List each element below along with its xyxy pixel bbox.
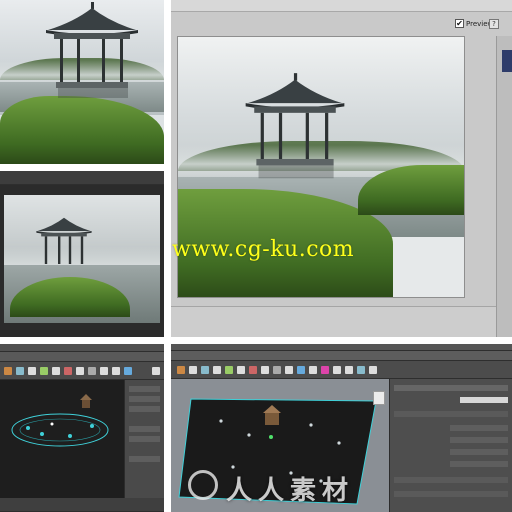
attribute-field[interactable] xyxy=(450,449,508,455)
shelf-tool-icon[interactable] xyxy=(285,366,293,374)
attribute-field[interactable] xyxy=(129,386,160,392)
maya-shelf xyxy=(171,361,512,379)
shelf-tool-icon[interactable] xyxy=(28,367,36,375)
shelf-tool-icon[interactable] xyxy=(64,367,72,375)
watermark-logo-icon xyxy=(188,470,218,500)
pavilion-photo-thumbnail xyxy=(0,0,164,164)
window-bottom-panel xyxy=(171,306,496,337)
attribute-field[interactable] xyxy=(129,426,160,432)
shelf-tool-icon[interactable] xyxy=(40,367,48,375)
maya-timeline[interactable] xyxy=(0,498,164,512)
shelf-tool-icon[interactable] xyxy=(124,367,132,375)
attribute-field[interactable] xyxy=(129,456,160,462)
logo-icon xyxy=(502,50,512,72)
shelf-tool-icon[interactable] xyxy=(52,367,60,375)
attribute-field[interactable] xyxy=(450,425,508,431)
pavilion-image xyxy=(245,73,345,179)
pavilion-image xyxy=(36,217,92,264)
pavilion-image xyxy=(46,2,138,98)
shelf-tool-icon[interactable] xyxy=(369,366,377,374)
chinese-watermark: 人人素材 xyxy=(226,476,355,506)
shelf-tool-icon[interactable] xyxy=(357,366,365,374)
shelf-tool-icon[interactable] xyxy=(100,367,108,375)
image-editor-window: ✔ Preview ? xyxy=(171,0,512,337)
maya-shelf xyxy=(0,362,164,380)
scene-geometry xyxy=(11,394,109,447)
shelf-tool-icon[interactable] xyxy=(88,367,96,375)
maya-scene-panel-left xyxy=(0,344,164,512)
shelf-tool-icon[interactable] xyxy=(152,367,160,375)
attribute-section[interactable] xyxy=(394,411,508,417)
attribute-editor xyxy=(389,379,512,512)
shelf-tool-icon[interactable] xyxy=(189,366,197,374)
shelf-tool-icon[interactable] xyxy=(345,366,353,374)
maya-viewport[interactable] xyxy=(0,380,124,498)
viewport-menu-bar xyxy=(0,171,164,185)
shelf-tool-icon[interactable] xyxy=(4,367,12,375)
help-icon[interactable]: ? xyxy=(489,19,499,29)
attribute-editor xyxy=(124,380,164,498)
attribute-field[interactable] xyxy=(129,436,160,442)
shelf-tool-icon[interactable] xyxy=(249,366,257,374)
side-panel xyxy=(496,36,512,337)
maya-menu-bar xyxy=(0,344,164,352)
shelf-tool-icon[interactable] xyxy=(112,367,120,375)
shelf-tool-icon[interactable] xyxy=(321,366,329,374)
tutorial-collage: ✔ Preview ? www.cg-ku.com 人人素材 xyxy=(0,0,512,512)
shelf-tool-icon[interactable] xyxy=(237,366,245,374)
maya-menu-bar xyxy=(171,344,512,351)
maya-status-line xyxy=(171,351,512,361)
shelf-tool-icon[interactable] xyxy=(333,366,341,374)
shelf-tool-icon[interactable] xyxy=(273,366,281,374)
shelf-tool-icon[interactable] xyxy=(297,366,305,374)
attribute-field[interactable] xyxy=(450,461,508,467)
viewport-render xyxy=(4,195,160,323)
attribute-field[interactable] xyxy=(129,406,160,412)
shelf-tool-icon[interactable] xyxy=(213,366,221,374)
shelf-tool-icon[interactable] xyxy=(201,366,209,374)
shelf-tool-icon[interactable] xyxy=(309,366,317,374)
attribute-field[interactable] xyxy=(460,397,508,403)
attribute-section[interactable] xyxy=(394,477,508,483)
shelf-tool-icon[interactable] xyxy=(177,366,185,374)
preview-checkbox[interactable]: ✔ xyxy=(455,19,464,28)
attribute-tab-bar[interactable] xyxy=(394,385,508,391)
site-watermark: www.cg-ku.com xyxy=(172,237,355,262)
attribute-field[interactable] xyxy=(129,396,160,402)
shelf-tool-icon[interactable] xyxy=(16,367,24,375)
render-viewport-panel xyxy=(0,171,164,337)
attribute-field[interactable] xyxy=(450,437,508,443)
maya-status-line xyxy=(0,352,164,362)
shelf-tool-icon[interactable] xyxy=(225,366,233,374)
shelf-tool-icon[interactable] xyxy=(261,366,269,374)
attribute-section[interactable] xyxy=(394,491,508,497)
shelf-tool-icon[interactable] xyxy=(76,367,84,375)
viewport-panel-icon[interactable] xyxy=(373,391,385,405)
window-titlebar xyxy=(171,0,512,12)
